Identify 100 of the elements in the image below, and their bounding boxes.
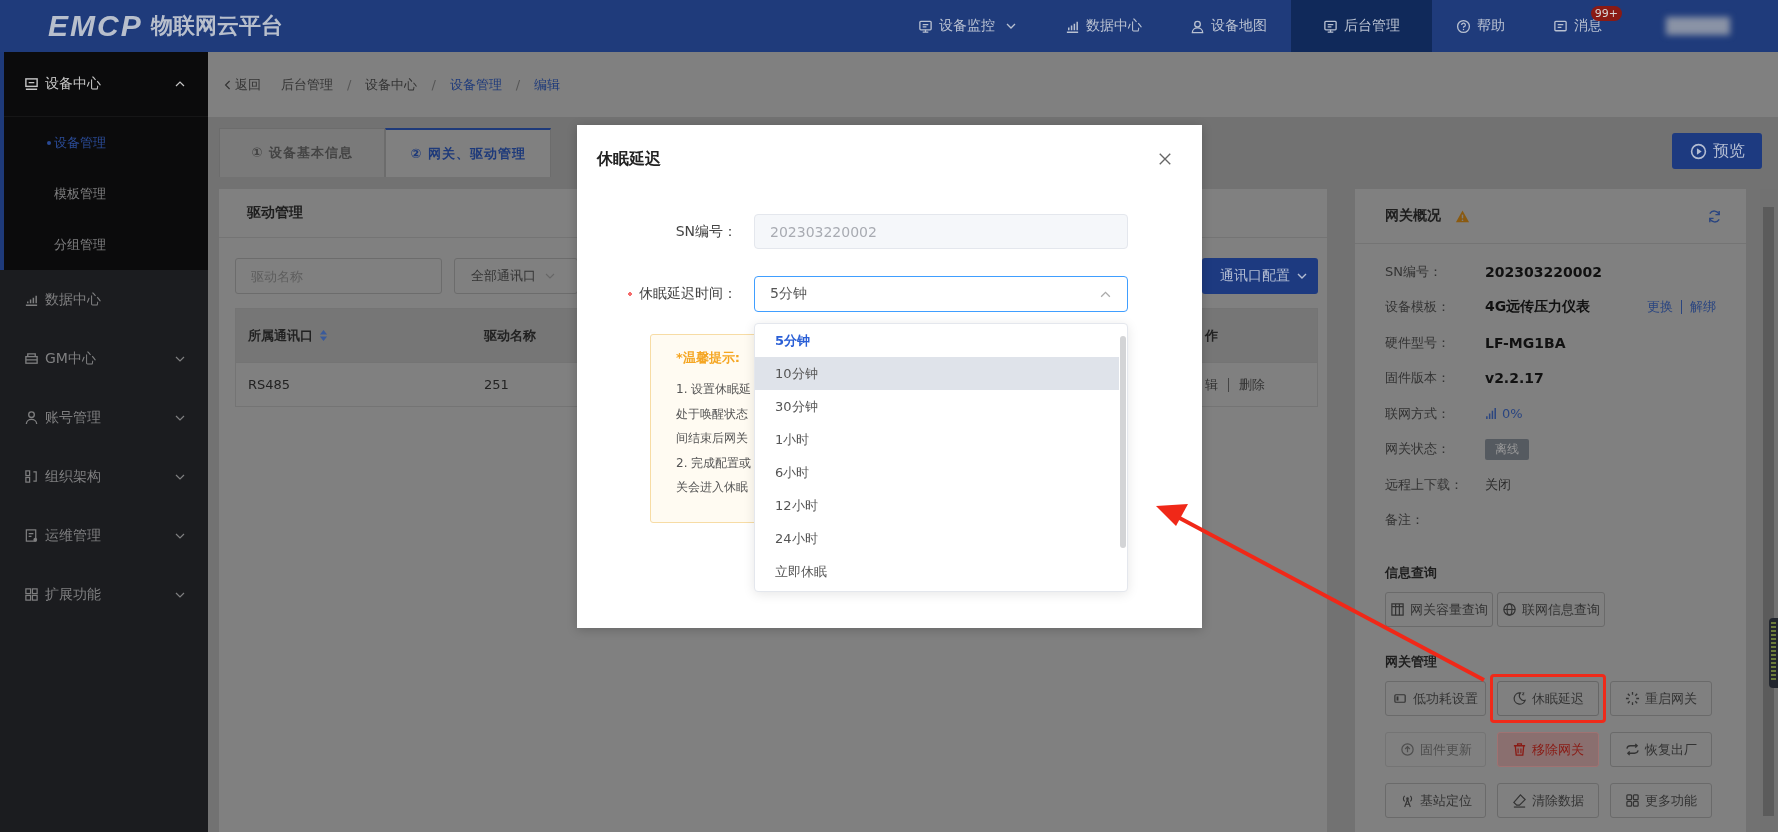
sidebar-subitem[interactable]: 分组管理 — [4, 219, 208, 270]
sidebar-item[interactable]: 组织架构 — [0, 447, 208, 506]
gateway-action-button[interactable]: 恢复出厂 — [1610, 732, 1712, 767]
user-icon — [24, 410, 39, 425]
spinner-icon — [1625, 691, 1640, 706]
delay-select[interactable]: 5分钟 — [754, 276, 1128, 312]
nav-item[interactable]: 设备监控 — [894, 0, 1041, 52]
gateway-action-button[interactable]: 联网信息查询 — [1497, 592, 1605, 627]
preview-button[interactable]: 预览 — [1672, 133, 1762, 169]
sidebar-subitem[interactable]: 设备管理 — [4, 117, 208, 168]
column-header: 所属通讯口 — [248, 326, 313, 345]
brand-name: 物联网云平台 — [150, 12, 283, 40]
dropdown-option[interactable]: 12小时 — [755, 489, 1119, 522]
gateway-action-button[interactable]: 休眠延迟 — [1497, 681, 1599, 716]
dropdown-option[interactable]: 1小时 — [755, 423, 1119, 456]
column-header: 驱动名称 — [484, 326, 536, 345]
dropdown-option[interactable]: 10分钟 — [755, 357, 1119, 390]
port-config-button[interactable]: 通讯口配置 — [1202, 258, 1318, 294]
nav-item[interactable]: 消息 99+ — [1529, 0, 1626, 52]
sidebar-item[interactable]: 账号管理 — [0, 388, 208, 447]
user-icon — [1190, 18, 1205, 34]
battery-icon — [1393, 691, 1408, 706]
dropdown-option[interactable]: 立即休眠 — [755, 555, 1119, 588]
dropdown-option[interactable]: 24小时 — [755, 522, 1119, 555]
nav-item[interactable]: 设备地图 — [1166, 0, 1291, 52]
table-cell: RS485 — [248, 377, 291, 392]
section-title: 网关管理 — [1385, 653, 1437, 671]
tip-text: 1. 设置休眠延 — [676, 381, 752, 398]
card-title: 驱动管理 — [247, 204, 303, 222]
blurred-user-placeholder — [1666, 17, 1730, 35]
tip-text: 关会进入休眠 — [676, 479, 748, 496]
chevron-left-icon — [224, 78, 232, 91]
side-widget[interactable] — [1769, 618, 1778, 688]
dropdown-option[interactable]: 5分钟 — [755, 324, 1119, 357]
gateway-action-button[interactable]: 低功耗设置 — [1385, 681, 1486, 716]
field-value: 关闭 — [1485, 475, 1511, 494]
status-tag: 离线 — [1485, 438, 1529, 460]
play-icon — [1689, 142, 1707, 160]
field-label: 固件版本： — [1385, 369, 1451, 388]
tip-title: *温馨提示: — [676, 349, 740, 367]
field-label: 休眠延迟时间： — [597, 285, 754, 303]
gateway-action-button[interactable]: 更多功能 — [1610, 783, 1712, 818]
signal-value: 0% — [1502, 406, 1523, 422]
printer-icon — [24, 351, 39, 366]
breadcrumb-link[interactable]: 设备管理 — [449, 75, 502, 94]
sidebar-item[interactable]: GM中心 — [0, 329, 208, 388]
monitor-icon — [24, 76, 39, 92]
gateway-action-button[interactable]: 重启网关 — [1610, 681, 1712, 716]
sidebar-item[interactable]: 扩展功能 — [0, 565, 208, 624]
gateway-action-button[interactable]: 网关容量查询 — [1385, 592, 1493, 627]
dropdown-option[interactable]: 6小时 — [755, 456, 1119, 489]
gateway-action-button[interactable]: 基站定位 — [1385, 783, 1486, 818]
row-action-link[interactable]: 删除 — [1239, 375, 1265, 394]
close-icon[interactable] — [1158, 152, 1172, 166]
row-action-link[interactable]: 辑 — [1205, 375, 1218, 394]
breadcrumb-separator: / — [431, 77, 436, 92]
nav-item[interactable]: 帮助 — [1432, 0, 1529, 52]
grid-icon — [24, 587, 39, 602]
tip-text: 间结束后网关 — [676, 430, 748, 447]
tip-text: 处于唤醒状态 — [676, 405, 748, 423]
field-link[interactable]: 更换 — [1647, 298, 1673, 317]
grid-icon — [1625, 793, 1640, 808]
field-label: SN编号： — [1385, 262, 1443, 281]
section-title: 信息查询 — [1385, 564, 1437, 582]
eraser-icon — [1512, 793, 1527, 808]
field-label: 设备模板： — [1385, 298, 1451, 317]
org-icon — [24, 469, 39, 484]
help-icon — [1456, 18, 1471, 34]
field-value: LF-MG1BA — [1485, 334, 1566, 351]
logo-text: EMCP — [48, 9, 143, 43]
sidebar-item[interactable]: 运维管理 — [0, 506, 208, 565]
refresh-icon[interactable] — [1707, 208, 1722, 224]
gateway-action-button[interactable]: 清除数据 — [1497, 783, 1599, 818]
columns-icon — [1390, 602, 1405, 617]
upload-icon — [1399, 742, 1415, 757]
field-value: 202303220002 — [1485, 263, 1602, 280]
breadcrumb-link[interactable]: 设备中心 — [365, 75, 418, 94]
trash-icon — [1512, 742, 1527, 757]
field-label: SN编号： — [674, 222, 738, 241]
refresh-icon — [1625, 742, 1640, 757]
column-header: 作 — [1205, 326, 1218, 345]
moon-icon — [1512, 691, 1527, 706]
field-value: 4G远传压力仪表 — [1485, 298, 1591, 317]
warning-icon — [1455, 208, 1470, 224]
field-label: 联网方式： — [1385, 404, 1451, 423]
clip-icon — [24, 528, 39, 543]
field-link[interactable]: 解绑 — [1690, 298, 1716, 317]
sidebar-item[interactable]: 数据中心 — [0, 270, 208, 329]
nav-item[interactable]: 数据中心 — [1041, 0, 1166, 52]
sidebar-subitem[interactable]: 模板管理 — [4, 168, 208, 219]
back-link[interactable]: 返回 — [224, 75, 261, 94]
breadcrumb-link[interactable]: 后台管理 — [281, 75, 333, 94]
step-tab[interactable]: ② 网关、驱动管理 — [385, 128, 551, 177]
field-label: 硬件型号： — [1385, 333, 1451, 352]
field-label: 网关状态： — [1385, 440, 1451, 459]
nav-item[interactable]: 后台管理 — [1291, 0, 1432, 52]
breadcrumb-link[interactable]: 编辑 — [534, 75, 561, 94]
dropdown-option[interactable]: 30分钟 — [755, 390, 1119, 423]
message-icon — [1553, 18, 1568, 34]
field-value: v2.2.17 — [1485, 370, 1544, 387]
